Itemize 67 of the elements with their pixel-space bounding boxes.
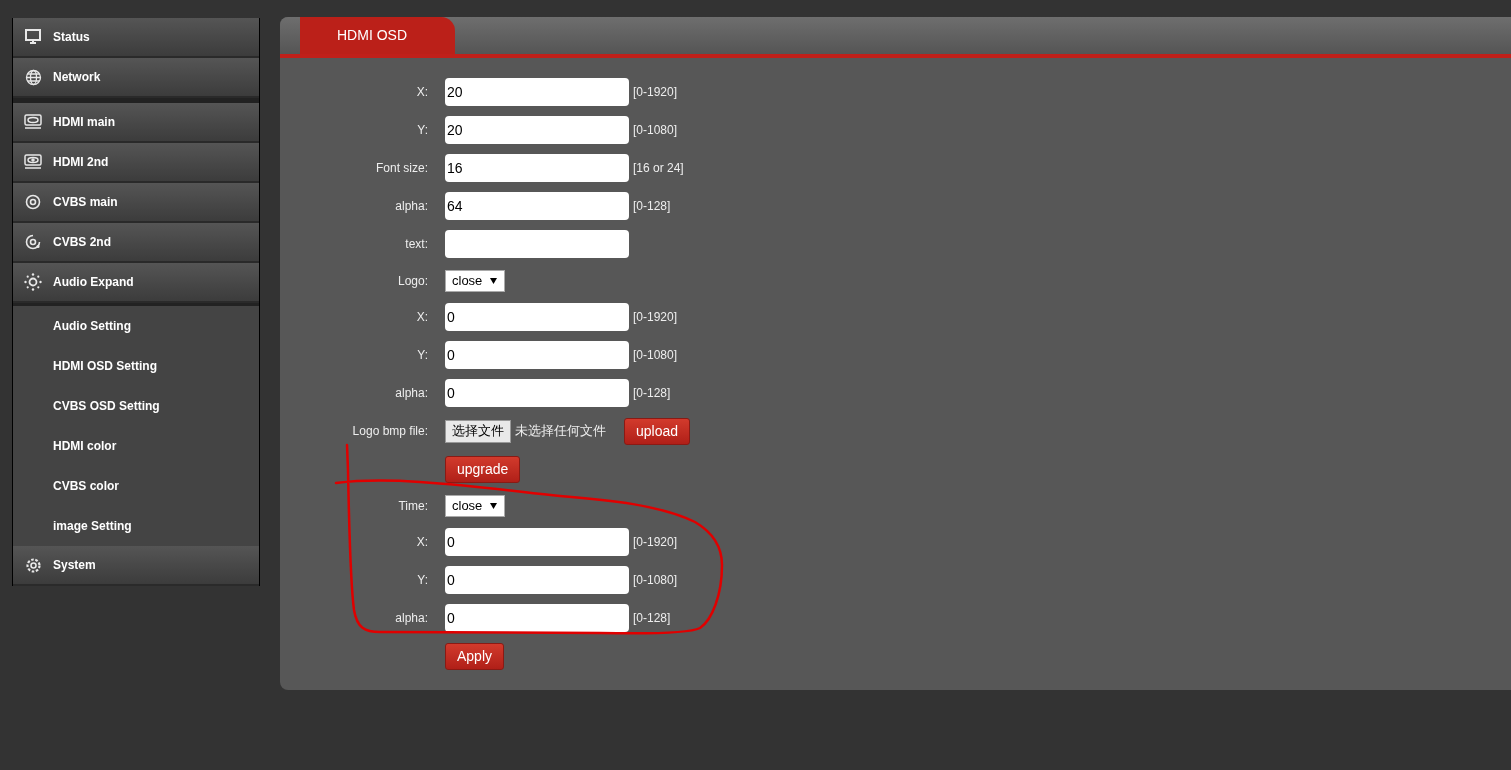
submenu-item[interactable]: image Setting	[13, 506, 259, 546]
field-label: text:	[405, 237, 428, 251]
field-label: Logo:	[397, 273, 428, 288]
input-field[interactable]: 20	[445, 116, 629, 144]
range-hint: [0-128]	[633, 198, 671, 215]
sidebar-item[interactable]: System	[13, 546, 259, 586]
sidebar-item[interactable]: HDMI main	[13, 103, 259, 143]
settings-icon	[24, 556, 42, 574]
input-field[interactable]: 0	[445, 303, 629, 331]
field-label: alpha:	[395, 199, 428, 213]
disc-drive-icon	[24, 154, 42, 170]
action-button[interactable]: upload	[624, 417, 691, 445]
monitor-icon	[24, 29, 42, 45]
sidebar-item[interactable]: Audio Expand	[13, 263, 259, 303]
field-label: Y:	[417, 123, 428, 137]
field-label: alpha:	[395, 386, 428, 400]
caret-icon	[490, 277, 498, 284]
field-label: X:	[416, 535, 428, 549]
input-field[interactable]: 16	[445, 154, 629, 182]
target-icon	[25, 194, 41, 210]
sidebar-item[interactable]: CVBS 2nd	[13, 223, 259, 263]
target-icon	[25, 234, 41, 250]
tab[interactable]: HDMI OSD	[300, 17, 455, 54]
field-label: X:	[416, 85, 428, 99]
sidebar-item[interactable]: CVBS main	[13, 183, 259, 223]
field-label: Y:	[417, 348, 428, 362]
input-field[interactable]: 0	[445, 379, 629, 407]
submenu-item[interactable]: HDMI color	[13, 426, 259, 466]
dropdown[interactable]: close	[445, 494, 505, 517]
action-button[interactable]: Apply	[445, 642, 505, 670]
caret-icon	[490, 502, 498, 509]
field-label: alpha:	[395, 611, 428, 625]
input-field[interactable]: 0	[445, 566, 629, 594]
file-status: 未选择任何文件	[515, 422, 606, 441]
range-hint: [0-1080]	[633, 347, 678, 364]
sidebar-item[interactable]: Status	[13, 18, 259, 58]
input-field[interactable]: 0	[445, 528, 629, 556]
range-hint: [0-1080]	[633, 572, 678, 589]
input-field[interactable]: 0	[445, 341, 629, 369]
choose-file-button[interactable]: 选择文件	[445, 419, 511, 443]
input-field[interactable]: 20	[445, 78, 629, 106]
sidebar-item[interactable]: HDMI 2nd	[13, 143, 259, 183]
sidebar-item[interactable]: Network	[13, 58, 259, 98]
field-label: Logo bmp file:	[352, 424, 428, 438]
submenu-item[interactable]: CVBS color	[13, 466, 259, 506]
dropdown[interactable]: close	[445, 269, 505, 292]
field-label: X:	[416, 310, 428, 324]
range-hint: [0-128]	[633, 610, 671, 627]
input-field[interactable]: 64	[445, 192, 629, 220]
globe-icon	[24, 68, 42, 86]
range-hint: [0-1920]	[633, 534, 678, 551]
range-hint: [0-1920]	[633, 84, 678, 101]
field-label: Y:	[417, 573, 428, 587]
action-button[interactable]: upgrade	[445, 455, 521, 483]
input-field[interactable]: 0	[445, 604, 629, 632]
range-hint: [0-1920]	[633, 309, 678, 326]
submenu-item[interactable]: CVBS OSD Setting	[13, 386, 259, 426]
field-label: Font size:	[375, 161, 428, 175]
disc-drive-icon	[24, 114, 42, 130]
submenu-item[interactable]: Audio Setting	[13, 306, 259, 346]
input-field[interactable]	[445, 230, 629, 258]
submenu-item[interactable]: HDMI OSD Setting	[13, 346, 259, 386]
range-hint: [0-128]	[633, 385, 671, 402]
dotted-sun-icon	[24, 273, 42, 291]
field-label: Time:	[398, 498, 428, 513]
range-hint: [16 or 24]	[633, 160, 684, 177]
range-hint: [0-1080]	[633, 122, 678, 139]
